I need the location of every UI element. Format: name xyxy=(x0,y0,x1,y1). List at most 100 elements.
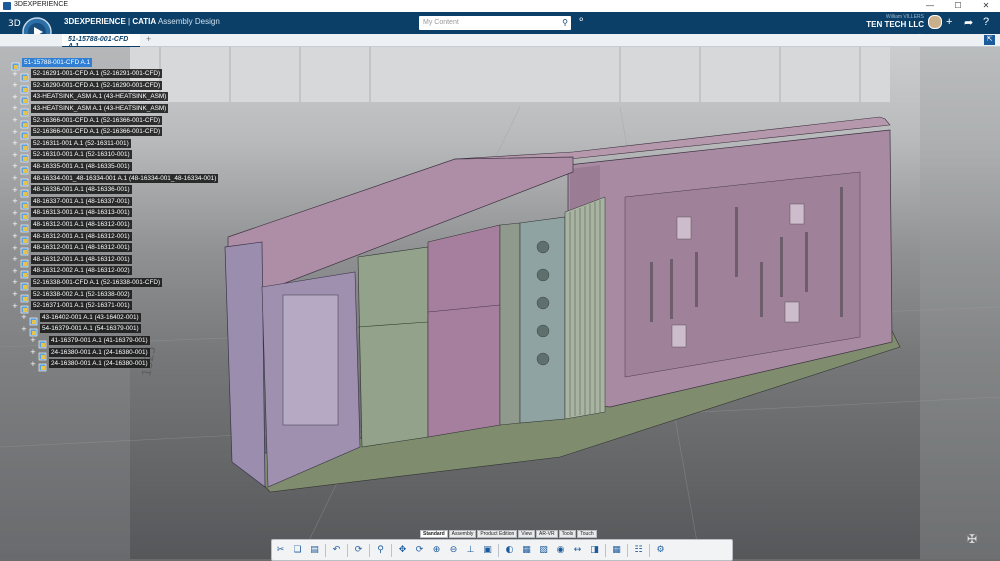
search-icon[interactable]: ⚲ xyxy=(374,544,387,557)
settings-icon[interactable]: ⚙ xyxy=(654,544,667,557)
update-icon[interactable]: ⟳ xyxy=(352,544,365,557)
tree-node[interactable]: +52-16366-001-CFD A.1 (52-16366-001-CFD) xyxy=(12,127,163,140)
expand-toggle-icon[interactable]: + xyxy=(12,279,18,286)
expand-toggle-icon[interactable]: + xyxy=(12,198,18,205)
close-button[interactable]: ✕ xyxy=(972,0,1000,12)
tree-reorder-icon[interactable]: ☷ xyxy=(632,544,645,557)
tree-node[interactable]: +48-16312-002 A.1 (48-16312-002) xyxy=(12,266,132,279)
tree-node[interactable]: +48-16312-001 A.1 (48-16312-001) xyxy=(12,231,132,244)
expand-toggle-icon[interactable]: + xyxy=(21,314,27,321)
render-style-icon[interactable]: ▣ xyxy=(481,544,494,557)
avatar[interactable] xyxy=(928,15,942,29)
tab-active-document[interactable]: 51-15788-001-CFD A.1 xyxy=(62,34,140,50)
expand-toggle-icon[interactable]: + xyxy=(12,128,18,135)
expand-toggle-icon[interactable]: + xyxy=(12,267,18,274)
robot-compass-icon[interactable]: ✠ xyxy=(967,532,977,546)
expand-toggle-icon[interactable]: + xyxy=(12,93,18,100)
expand-toggle-icon[interactable]: + xyxy=(12,70,18,77)
tab-view[interactable]: View xyxy=(518,530,536,538)
tree-node[interactable]: +48-16312-001 A.1 (48-16312-001) xyxy=(12,254,132,267)
expand-toggle-icon[interactable]: + xyxy=(12,82,18,89)
view-mode-icon[interactable]: ▦ xyxy=(520,544,533,557)
share-icon[interactable]: ➦ xyxy=(964,16,973,29)
tree-node[interactable]: +48-16312-001 A.1 (48-16312-001) xyxy=(12,219,132,233)
search-input[interactable]: My Content ⚲ xyxy=(419,16,571,30)
tree-node[interactable]: +24-16380-001 A.1 (24-16380-001) xyxy=(30,359,150,372)
tree-node[interactable]: +52-16310-001 A.1 (52-16310-001) xyxy=(12,150,132,163)
tab-ar-vr[interactable]: AR-VR xyxy=(536,530,558,538)
search-icon[interactable]: ⚲ xyxy=(562,18,568,27)
product-icon xyxy=(20,266,29,279)
measure-icon[interactable]: ↔ xyxy=(571,544,584,557)
scissors-icon[interactable]: ✂ xyxy=(274,544,287,557)
expand-toggle-icon[interactable]: + xyxy=(12,140,18,147)
hide-show-icon[interactable]: ◐ xyxy=(503,544,516,557)
expand-toggle-icon[interactable]: + xyxy=(12,244,18,251)
expand-toggle-icon[interactable]: + xyxy=(12,256,18,263)
tree-node[interactable]: +43-HEATSINK_ASM A.1 (43-HEATSINK_ASM) xyxy=(12,92,169,105)
expand-toggle-icon[interactable]: + xyxy=(30,360,36,367)
zoom-icon[interactable]: ⊕ xyxy=(430,544,443,557)
tree-node[interactable]: +52-16311-001 A.1 (52-16311-001) xyxy=(12,138,131,151)
tree-node[interactable]: +24-16380-001 A.1 (24-16380-001) xyxy=(30,347,150,360)
3d-viewport[interactable]: 1325 51-15788-001-CFD A.1+52-16291-001-C… xyxy=(0,47,1000,559)
tab-standard[interactable]: Standard xyxy=(420,530,448,538)
zoom-out-icon[interactable]: ⊖ xyxy=(447,544,460,557)
camera-icon[interactable]: ◉ xyxy=(554,544,567,557)
tree-node[interactable]: +52-16366-001-CFD A.1 (52-16366-001-CFD) xyxy=(12,115,163,128)
tree-node[interactable]: +52-16371-001 A.1 (52-16371-001) xyxy=(12,301,132,314)
expand-toggle-icon[interactable]: + xyxy=(30,349,36,356)
tree-node[interactable]: +52-16291-001-CFD A.1 (52-16291-001-CFD) xyxy=(12,69,163,82)
expand-toggle-icon[interactable]: + xyxy=(21,325,27,332)
help-icon[interactable]: ? xyxy=(983,16,989,28)
expand-toggle-icon[interactable]: + xyxy=(12,163,18,170)
expand-toggle-icon[interactable]: + xyxy=(30,337,36,344)
normal-view-icon[interactable]: ⊥ xyxy=(464,544,477,557)
section-icon[interactable]: ◨ xyxy=(588,544,601,557)
tag-icon[interactable]: ⚬ xyxy=(577,15,585,26)
tree-node[interactable]: +48-16335-001 A.1 (48-16335-001) xyxy=(12,161,132,175)
tab-tools[interactable]: Tools xyxy=(558,530,577,538)
tab-assembly[interactable]: Assembly xyxy=(448,530,477,538)
product-icon xyxy=(20,81,29,93)
copy-icon[interactable]: ❏ xyxy=(291,544,304,557)
tree-node[interactable]: 51-15788-001-CFD A.1 xyxy=(3,57,93,70)
tree-node[interactable]: +48-16313-001 A.1 (48-16313-001) xyxy=(12,208,132,221)
tab-product-edition[interactable]: Product Edition xyxy=(477,530,518,538)
tree-node[interactable]: +43-HEATSINK_ASM A.1 (43-HEATSINK_ASM) xyxy=(12,103,169,117)
grid-icon[interactable]: ▦ xyxy=(610,544,623,557)
capture-icon[interactable]: ▧ xyxy=(537,544,550,557)
tree-node[interactable]: +41-16379-001 A.1 (41-16379-001) xyxy=(30,335,150,349)
tree-node[interactable]: +52-16338-002 A.1 (52-16338-002) xyxy=(12,289,132,302)
tree-node[interactable]: +52-16338-001-CFD A.1 (52-16338-001-CFD) xyxy=(12,277,163,291)
expand-toggle-icon[interactable]: + xyxy=(12,233,18,240)
rotate-icon[interactable]: ⟳ xyxy=(413,544,426,557)
tree-node[interactable]: +48-16336-001 A.1 (48-16336-001) xyxy=(12,185,132,198)
expand-toggle-icon[interactable]: + xyxy=(12,175,18,182)
undo-icon[interactable]: ↶ xyxy=(330,544,343,557)
expand-toggle-icon[interactable]: + xyxy=(12,117,18,124)
tree-node[interactable]: +48-16334-001_48-16334-001 A.1 (48-16334… xyxy=(12,173,219,186)
expand-toggle-icon[interactable]: + xyxy=(12,291,18,298)
maximize-button[interactable]: ☐ xyxy=(944,0,972,12)
fullscreen-icon[interactable]: ⇱ xyxy=(984,35,995,45)
paste-icon[interactable]: ▤ xyxy=(308,544,321,557)
add-icon[interactable]: + xyxy=(946,16,952,28)
tree-node[interactable]: +48-16337-001 A.1 (48-16337-001) xyxy=(12,196,132,209)
expand-toggle-icon[interactable]: + xyxy=(12,105,18,112)
expand-toggle-icon[interactable]: + xyxy=(12,221,18,228)
tree-node[interactable]: +48-16312-001 A.1 (48-16312-001) xyxy=(12,243,132,256)
expand-toggle-icon[interactable] xyxy=(3,59,9,65)
tree-node[interactable]: +43-16402-001 A.1 (43-16402-001) xyxy=(21,312,141,325)
expand-toggle-icon[interactable]: + xyxy=(12,209,18,216)
tree-node-label: 48-16312-001 A.1 (48-16312-001) xyxy=(31,254,132,264)
minimize-button[interactable]: — xyxy=(916,0,944,12)
expand-toggle-icon[interactable]: + xyxy=(12,186,18,193)
pan-icon[interactable]: ✥ xyxy=(396,544,409,557)
tree-node[interactable]: +54-16379-001 A.1 (54-16379-001) xyxy=(21,324,141,337)
expand-toggle-icon[interactable]: + xyxy=(12,302,18,309)
tree-node[interactable]: +52-16290-001-CFD A.1 (52-16290-001-CFD) xyxy=(12,80,163,93)
expand-toggle-icon[interactable]: + xyxy=(12,151,18,158)
add-tab-button[interactable]: + xyxy=(146,34,151,44)
tab-touch[interactable]: Touch xyxy=(577,530,597,538)
